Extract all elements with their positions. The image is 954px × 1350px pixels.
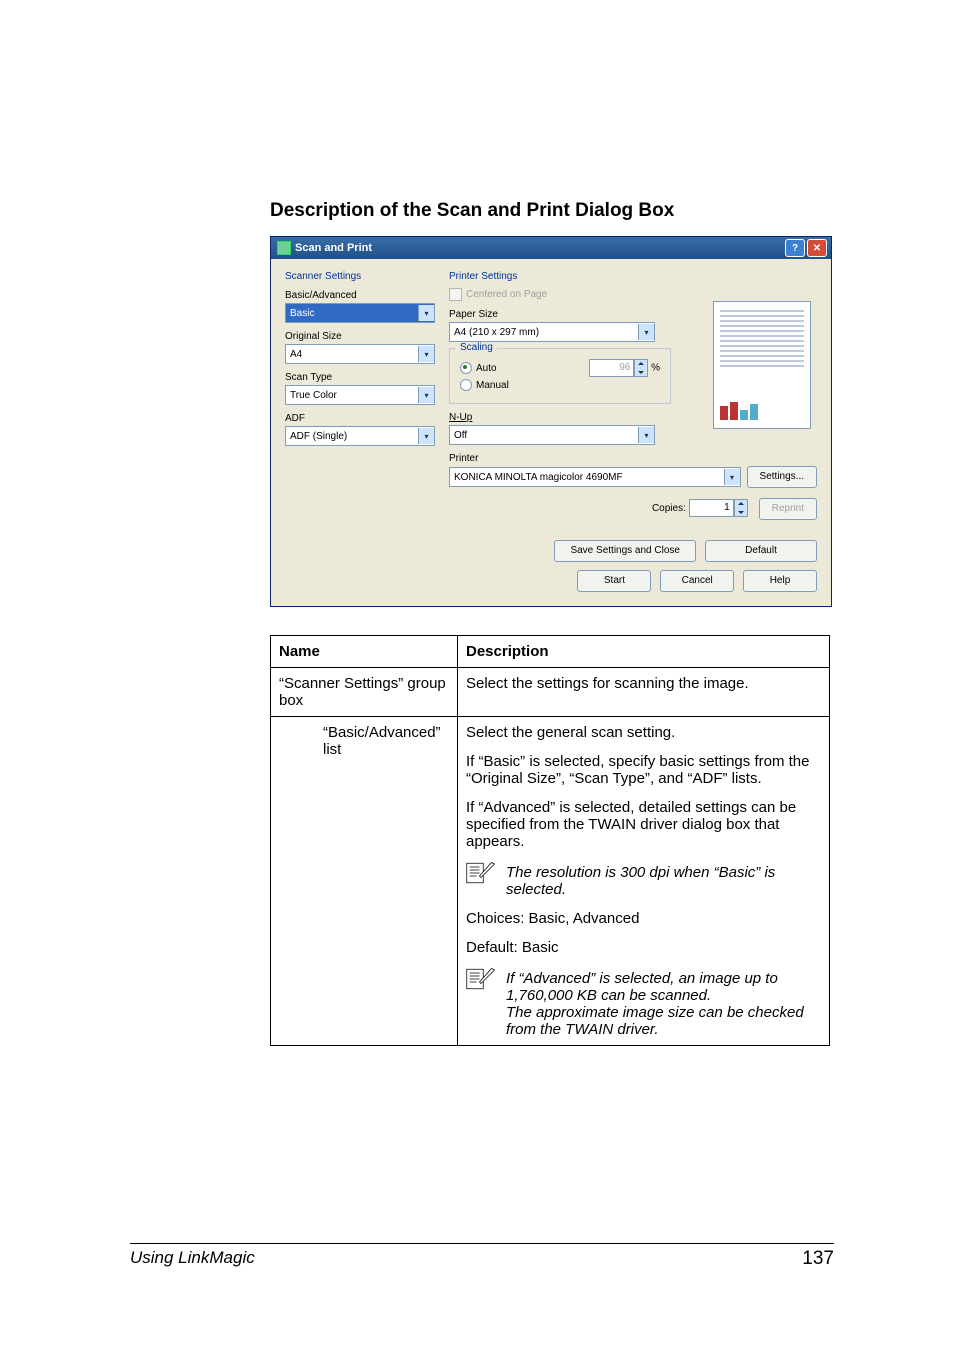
adf-select[interactable]: ADF (Single) ▾: [285, 426, 435, 446]
printer-label: Printer: [449, 453, 817, 464]
save-close-button[interactable]: Save Settings and Close: [554, 540, 696, 562]
adf-label: ADF: [285, 413, 435, 424]
original-size-select[interactable]: A4 ▾: [285, 344, 435, 364]
note-text: If “Advanced” is selected, an image up t…: [506, 968, 821, 1038]
nup-value: Off: [454, 430, 467, 441]
scan-type-value: True Color: [290, 390, 337, 401]
basic-advanced-name: “Basic/Advanced” list: [315, 717, 458, 1046]
scanner-settings-desc: Select the settings for scanning the ima…: [458, 668, 830, 717]
basic-advanced-select[interactable]: Basic ▾: [285, 303, 435, 323]
basic-advanced-desc: Select the general scan setting. If “Bas…: [458, 717, 830, 1046]
help-icon[interactable]: ?: [785, 239, 805, 257]
scaling-fieldset: Scaling Auto 96 % Manual: [449, 348, 671, 404]
empty-cell: [271, 717, 316, 1046]
radio-on-icon: [460, 362, 472, 374]
printer-settings-group: Printer Settings Centered on Page Paper …: [449, 271, 817, 592]
start-button[interactable]: Start: [577, 570, 651, 592]
scaling-legend: Scaling: [456, 342, 497, 353]
description-table: Name Description “Scanner Settings” grou…: [270, 635, 830, 1046]
printer-select[interactable]: KONICA MINOLTA magicolor 4690MF ▾: [449, 467, 741, 487]
chevron-down-icon: ▾: [638, 427, 654, 443]
scaling-manual-radio[interactable]: Manual: [460, 379, 660, 391]
chevron-down-icon: ▾: [418, 305, 434, 321]
scale-percent-value: 96: [589, 359, 634, 377]
help-button[interactable]: Help: [743, 570, 817, 592]
scanner-settings-group: Scanner Settings Basic/Advanced Basic ▾ …: [285, 271, 435, 592]
adf-value: ADF (Single): [290, 431, 347, 442]
scanner-settings-title: Scanner Settings: [285, 271, 435, 282]
spinner-icon[interactable]: [734, 499, 748, 517]
paper-size-select[interactable]: A4 (210 x 297 mm) ▾: [449, 322, 655, 342]
paper-size-value: A4 (210 x 297 mm): [454, 327, 539, 338]
chevron-down-icon: ▾: [418, 387, 434, 403]
original-size-value: A4: [290, 349, 302, 360]
nup-select[interactable]: Off ▾: [449, 425, 655, 445]
scanner-settings-name: “Scanner Settings” group box: [271, 668, 458, 717]
settings-button[interactable]: Settings...: [747, 466, 817, 488]
reprint-button: Reprint: [759, 498, 817, 520]
cancel-button[interactable]: Cancel: [660, 570, 734, 592]
chevron-down-icon: ▾: [724, 469, 740, 485]
note-icon: [466, 862, 496, 888]
page-number: 137: [802, 1248, 834, 1270]
app-icon: [277, 241, 291, 255]
basic-advanced-value: Basic: [290, 308, 314, 319]
centered-checkbox: Centered on Page: [449, 288, 817, 301]
spinner-icon: [634, 359, 648, 377]
checkbox-icon: [449, 288, 462, 301]
printer-settings-title: Printer Settings: [449, 271, 817, 282]
copies-value[interactable]: 1: [689, 499, 734, 517]
copies-label: Copies:: [652, 503, 686, 514]
table-row: “Scanner Settings” group box Select the …: [271, 668, 830, 717]
preview-pane: [713, 301, 811, 429]
page-footer: Using LinkMagic 137: [130, 1243, 834, 1270]
close-icon[interactable]: ✕: [807, 239, 827, 257]
chevron-down-icon: ▾: [418, 346, 434, 362]
table-row: “Basic/Advanced” list Select the general…: [271, 717, 830, 1046]
radio-off-icon: [460, 379, 472, 391]
note-text: The resolution is 300 dpi when “Basic” i…: [506, 862, 821, 898]
col-name-header: Name: [271, 636, 458, 668]
page-title: Description of the Scan and Print Dialog…: [270, 200, 834, 222]
chevron-down-icon: ▾: [418, 428, 434, 444]
col-desc-header: Description: [458, 636, 830, 668]
dialog-titlebar: Scan and Print ? ✕: [271, 237, 831, 259]
scan-type-label: Scan Type: [285, 372, 435, 383]
chevron-down-icon: ▾: [638, 324, 654, 340]
default-button[interactable]: Default: [705, 540, 817, 562]
dialog-title: Scan and Print: [295, 242, 372, 254]
note-icon: [466, 968, 496, 994]
original-size-label: Original Size: [285, 331, 435, 342]
footer-title: Using LinkMagic: [130, 1248, 255, 1270]
scan-print-dialog: Scan and Print ? ✕ Scanner Settings Basi…: [270, 236, 832, 607]
printer-value: KONICA MINOLTA magicolor 4690MF: [454, 472, 623, 483]
scan-type-select[interactable]: True Color ▾: [285, 385, 435, 405]
scaling-auto-radio[interactable]: Auto 96 %: [460, 359, 660, 377]
basic-advanced-label: Basic/Advanced: [285, 290, 435, 301]
